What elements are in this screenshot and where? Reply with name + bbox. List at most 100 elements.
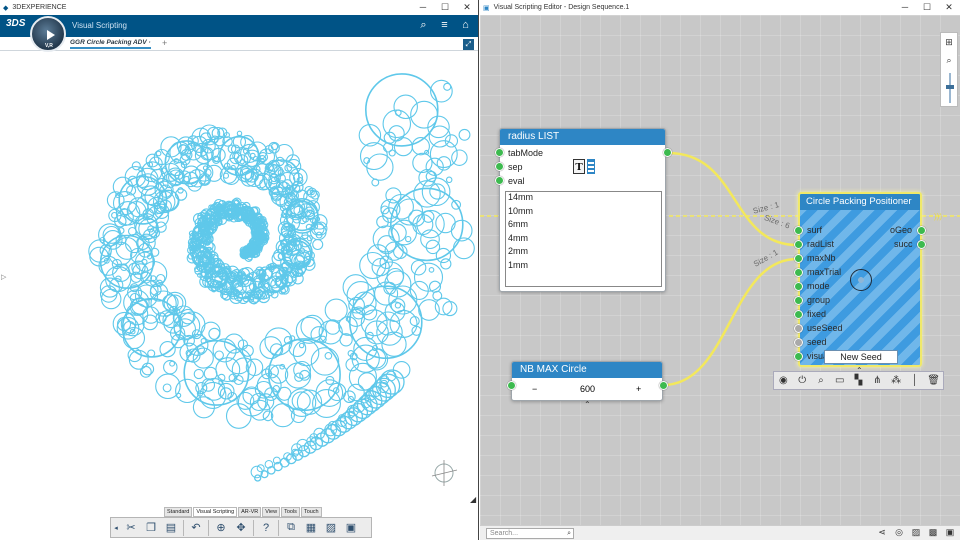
text-mode-icon[interactable]: T [573,159,585,174]
monitor-icon[interactable]: ▣ [342,519,360,537]
group-icon[interactable]: ▚ [849,375,868,386]
port-ogeo[interactable] [917,226,926,235]
tag-icon[interactable]: ⌂ [459,19,472,32]
image-icon[interactable]: ▩ [927,527,939,538]
list-item[interactable]: 14mm [506,192,661,206]
packed-circle [413,180,441,208]
compass-widget[interactable]: V,R [30,16,66,52]
share-icon[interactable]: ⋔ [868,375,887,386]
minimize-button[interactable]: ─ [894,0,916,15]
node-graph-canvas[interactable]: Size : 1 Size : 6 Size : 1 radius LIST t… [480,15,960,525]
maximize-button[interactable]: ☐ [916,0,938,15]
window-icon[interactable]: ▣ [944,527,956,538]
scissors-icon[interactable]: ✂ [122,519,140,537]
separator [278,519,279,536]
list-mode-icon[interactable] [587,159,595,174]
list-item[interactable]: 10mm [506,206,661,220]
port-label: maxNb [807,253,836,263]
increment-button[interactable]: + [636,384,641,394]
port-group[interactable] [794,296,803,305]
radius-list-box[interactable]: 14mm 10mm 6mm 4mm 2mm 1mm [505,191,662,287]
side-panel-arrow-icon[interactable]: ▷ [1,273,6,281]
camera-icon[interactable]: ◎ [893,527,905,538]
maximize-button[interactable]: ☐ [434,0,456,15]
network-icon[interactable]: ⁂ [887,375,906,386]
list-item[interactable]: 1mm [506,260,661,274]
compass-gizmo-icon[interactable] [430,458,460,488]
port-tabmode[interactable] [495,148,504,157]
port-visualize[interactable] [794,352,803,361]
map-icon[interactable]: ⊞ [941,33,957,51]
port-label: sep [508,162,523,172]
port-maxtrial[interactable] [794,268,803,277]
new-seed-button[interactable]: New Seed [824,350,898,364]
transform-icon[interactable]: ✥ [232,519,250,537]
circle-packing-spiral-viewport[interactable] [0,52,478,507]
close-button[interactable]: ✕ [938,0,960,15]
fullscreen-icon[interactable]: ⤢ [463,39,474,50]
copy-icon[interactable]: ❐ [142,519,160,537]
tab-touch[interactable]: Touch [300,507,322,517]
packed-circle [385,187,402,204]
help-icon[interactable]: ? [257,519,275,537]
port-useseed[interactable] [794,324,803,333]
tab-visual-scripting[interactable]: Visual Scripting [193,507,238,517]
stepper-value[interactable]: 600 [580,384,595,394]
close-button[interactable]: ✕ [456,0,478,15]
search-icon[interactable]: ⌕ [417,19,430,32]
minimize-button[interactable]: ─ [412,0,434,15]
folder-icon[interactable]: ▭ [830,375,849,386]
eye-icon[interactable]: ◉ [774,375,793,386]
list-item[interactable]: 2mm [506,246,661,260]
resize-grip-icon[interactable]: ◢ [470,495,476,504]
port-seed[interactable] [794,338,803,347]
image-icon[interactable]: ▨ [910,527,922,538]
chevron-up-icon[interactable]: ⌃ [584,400,591,409]
zoom-fit-icon[interactable]: ⊕ [212,519,230,537]
port-radlist[interactable] [794,240,803,249]
radius-list-node[interactable]: radius LIST tabMode sep eval T 14mm 10mm… [495,128,672,292]
port-surf[interactable] [794,226,803,235]
packed-circle [425,239,441,255]
port-succ[interactable] [917,240,926,249]
port-maxnb[interactable] [794,254,803,263]
port-mode[interactable] [794,282,803,291]
decrement-button[interactable]: − [532,384,537,394]
port-sep[interactable] [495,162,504,171]
port-label: fixed [807,309,827,319]
port-output[interactable] [663,148,672,157]
undo-icon[interactable]: ↶ [187,519,205,537]
zoom-icon[interactable]: ⌕ [812,375,831,386]
play-icon[interactable] [47,30,55,40]
power-icon[interactable]: ⏻ [793,375,812,386]
circle-packing-positioner-node[interactable]: Circle Packing Positioner surf radList max… [794,192,926,367]
port-fixed[interactable] [794,310,803,319]
add-tab-button[interactable]: + [162,38,167,48]
zoom-slider-handle[interactable] [946,85,954,89]
tab-tools[interactable]: Tools [281,507,300,517]
menu-icon[interactable]: ≡ [438,19,451,32]
tab-view[interactable]: View [262,507,281,517]
table-icon[interactable]: ▦ [302,519,320,537]
packed-circle [222,172,230,179]
tab-standard[interactable]: Standard [164,507,193,517]
list-item[interactable]: 4mm [506,233,661,247]
chart-icon[interactable]: ▨ [322,519,340,537]
trash-icon[interactable]: 🗑 [924,375,943,386]
share-icon[interactable]: ⋖ [876,527,888,538]
search-input[interactable]: Search... ⌕ [486,528,574,539]
port-label: maxTrial [807,267,842,277]
zoom-icon[interactable]: ⌕ [941,51,957,69]
paste-icon[interactable]: ▤ [162,519,180,537]
list-item[interactable]: 6mm [506,219,661,233]
packed-circle [427,115,450,139]
editor-status-bar: Search... ⌕ ⋖ ◎ ▨ ▩ ▣ [480,525,960,540]
expand-icon[interactable]: ◂ [112,519,120,537]
search-icon[interactable]: ⌕ [567,529,571,538]
tab-ggr-circle-packing[interactable]: GGR Circle Packing ADV · [70,39,151,49]
port-eval[interactable] [495,176,504,185]
nb-max-circle-node[interactable]: NB MAX Circle − 600 + [507,361,668,401]
packed-circle [284,362,312,389]
tab-ar-vr[interactable]: AR-VR [238,507,262,517]
graph-icon[interactable]: ⧉ [282,519,300,537]
